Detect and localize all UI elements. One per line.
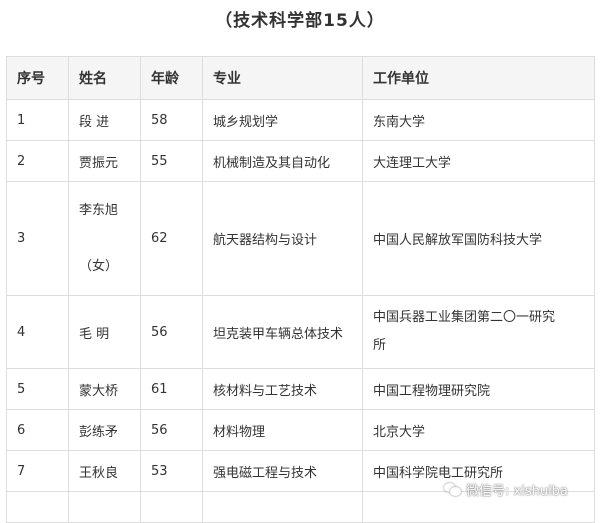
cell-age: 58 xyxy=(140,99,203,141)
header-age: 年龄 xyxy=(140,56,203,100)
header-major: 专业 xyxy=(202,56,363,100)
cell-index: 1 xyxy=(6,99,69,141)
page-title: （技术科学部15人） xyxy=(215,11,385,31)
cell-major: 核材料与工艺技术 xyxy=(202,368,363,410)
cell-name xyxy=(68,491,141,523)
watermark-text: 微信号: xishuiba xyxy=(466,484,568,499)
cell-index: 5 xyxy=(6,368,69,410)
cell-name: 贾振元 xyxy=(68,140,141,182)
header-index: 序号 xyxy=(6,56,69,100)
table-row: 6 彭练矛 56 材料物理 北京大学 xyxy=(6,409,595,451)
cell-index: 4 xyxy=(6,295,69,369)
cell-age xyxy=(140,491,203,523)
header-name: 姓名 xyxy=(68,56,141,100)
member-table: 序号 姓名 年龄 专业 工作单位 1 段 进 58 城乡规划学 东南大学 2 贾… xyxy=(6,56,595,523)
cell-index: 6 xyxy=(6,409,69,451)
cell-index: 3 xyxy=(6,181,69,296)
cell-name-line-2: （女） xyxy=(79,258,119,274)
cell-organization: 东南大学 xyxy=(362,99,595,141)
cell-major: 城乡规划学 xyxy=(202,99,363,141)
cell-age: 53 xyxy=(140,450,203,492)
cell-organization: 中国人民解放军国防科技大学 xyxy=(362,181,595,296)
cell-age: 55 xyxy=(140,140,203,182)
cell-age: 56 xyxy=(140,409,203,451)
table-row: 1 段 进 58 城乡规划学 东南大学 xyxy=(6,99,595,141)
cell-major: 机械制造及其自动化 xyxy=(202,140,363,182)
cell-major: 航天器结构与设计 xyxy=(202,181,363,296)
table-row: 4 毛 明 56 坦克装甲车辆总体技术 中国兵器工业集团第二〇一研究 所 xyxy=(6,295,595,369)
table-header-row: 序号 姓名 年龄 专业 工作单位 xyxy=(6,56,595,100)
cell-name-line-1: 李东旭 xyxy=(79,202,119,218)
cell-major xyxy=(202,491,363,523)
cell-index: 2 xyxy=(6,140,69,182)
cell-name: 毛 明 xyxy=(68,295,141,369)
cell-major: 坦克装甲车辆总体技术 xyxy=(202,295,363,369)
table-row: 3 李东旭 （女） 62 航天器结构与设计 中国人民解放军国防科技大学 xyxy=(6,181,595,296)
cell-age: 56 xyxy=(140,295,203,369)
cell-name: 王秋良 xyxy=(68,450,141,492)
cell-name: 蒙大桥 xyxy=(68,368,141,410)
cell-organization: 中国工程物理研究院 xyxy=(362,368,595,410)
table-row: 2 贾振元 55 机械制造及其自动化 大连理工大学 xyxy=(6,140,595,182)
cell-name: 段 进 xyxy=(68,99,141,141)
wechat-icon xyxy=(444,482,462,497)
cell-age: 61 xyxy=(140,368,203,410)
cell-major: 强电磁工程与技术 xyxy=(202,450,363,492)
cell-organization: 中国兵器工业集团第二〇一研究 所 xyxy=(362,295,595,369)
cell-organization: 大连理工大学 xyxy=(362,140,595,182)
cell-index xyxy=(6,491,69,523)
cell-organization: 北京大学 xyxy=(362,409,595,451)
cell-organization-line-1: 中国兵器工业集团第二〇一研究 xyxy=(373,310,556,325)
cell-organization-line-2: 所 xyxy=(373,338,387,353)
header-organization: 工作单位 xyxy=(362,56,595,100)
cell-name: 李东旭 （女） xyxy=(68,181,141,296)
cell-major: 材料物理 xyxy=(202,409,363,451)
cell-index: 7 xyxy=(6,450,69,492)
watermark: 微信号: xishuiba xyxy=(444,480,568,499)
table-row: 5 蒙大桥 61 核材料与工艺技术 中国工程物理研究院 xyxy=(6,368,595,410)
cell-age: 62 xyxy=(140,181,203,296)
cell-name: 彭练矛 xyxy=(68,409,141,451)
